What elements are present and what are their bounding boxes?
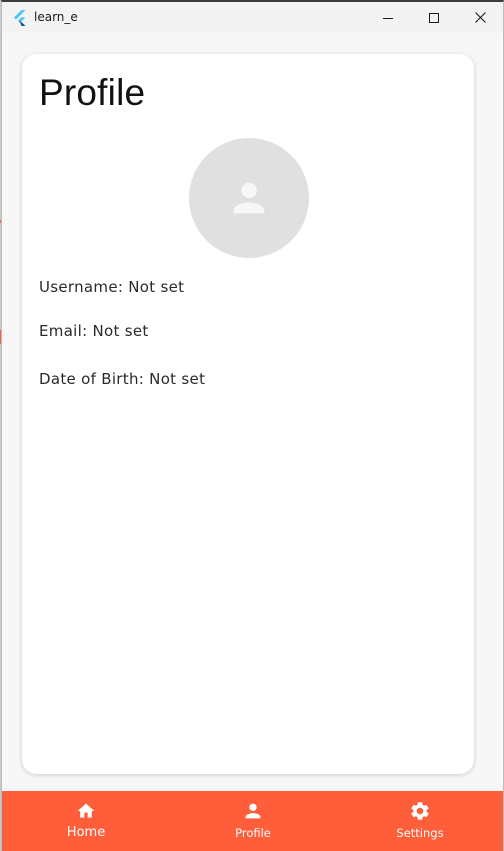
nav-item-settings[interactable]: Settings (380, 791, 460, 851)
title-bar[interactable]: learn_e (2, 2, 503, 33)
email-text: Email: Not set (39, 322, 149, 340)
close-button[interactable] (457, 2, 503, 33)
close-icon (474, 12, 486, 23)
app-window: learn_e Profile Username: Not set Email:… (1, 0, 504, 851)
flutter-logo-icon (14, 10, 26, 26)
maximize-button[interactable] (411, 2, 457, 33)
person-icon (242, 800, 264, 822)
username-text: Username: Not set (39, 278, 185, 296)
gear-icon (409, 800, 431, 822)
date-of-birth-text: Date of Birth: Not set (39, 370, 206, 388)
profile-card: Profile Username: Not set Email: Not set… (22, 54, 474, 774)
nav-item-home[interactable]: Home (46, 791, 126, 851)
home-icon (76, 800, 96, 822)
window-title: learn_e (34, 10, 78, 24)
maximize-icon (429, 12, 439, 23)
page-title: Profile (39, 72, 146, 113)
nav-label-home: Home (66, 825, 106, 840)
bottom-navigation-bar: Home Profile Settings (2, 791, 503, 851)
minimize-icon (383, 17, 393, 19)
nav-item-profile[interactable]: Profile (213, 791, 293, 851)
avatar (189, 138, 309, 258)
app-body: Profile Username: Not set Email: Not set… (2, 33, 503, 791)
minimize-button[interactable] (365, 2, 411, 33)
person-icon (233, 182, 265, 214)
nav-label-profile: Profile (235, 826, 271, 840)
nav-label-settings: Settings (396, 826, 444, 840)
